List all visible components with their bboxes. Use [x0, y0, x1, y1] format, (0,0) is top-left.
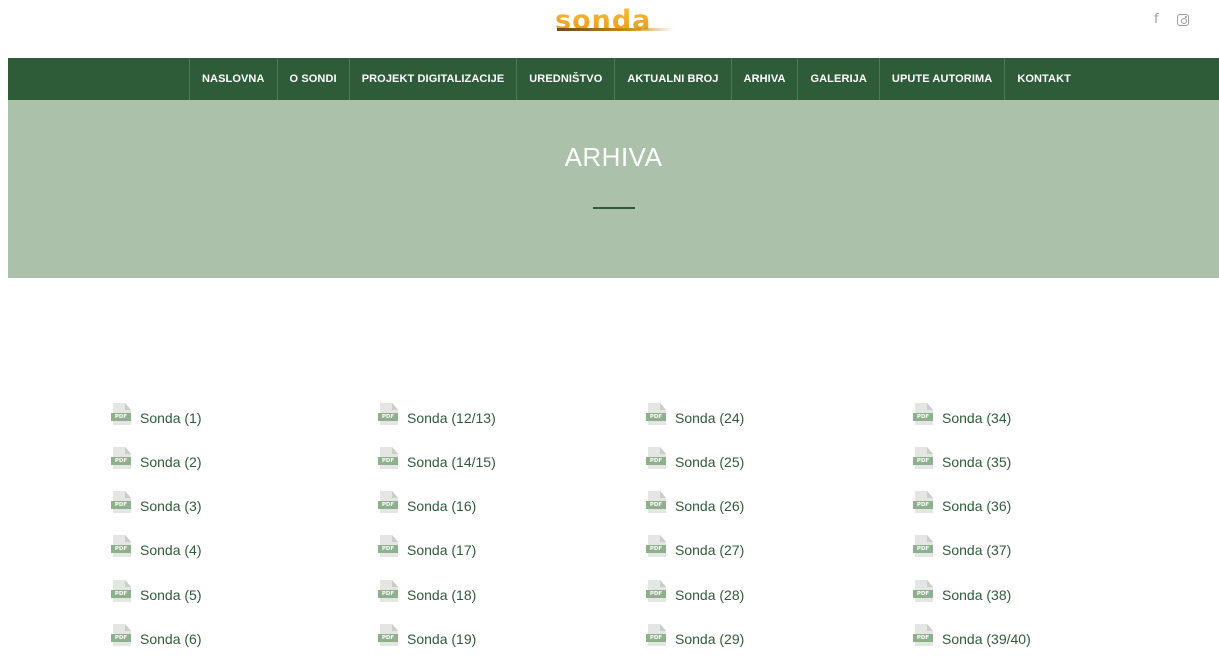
archive-issue-link[interactable]: Sonda (35)	[942, 454, 1011, 470]
archive-issue-link[interactable]: Sonda (37)	[942, 542, 1011, 558]
pdf-file-icon[interactable]: PDF	[111, 535, 133, 559]
archive-issue-link[interactable]: Sonda (6)	[140, 631, 201, 647]
pdf-file-icon[interactable]: PDF	[378, 535, 400, 559]
pdf-tag: PDF	[646, 413, 666, 421]
pdf-tag: PDF	[913, 457, 933, 465]
pdf-tag: PDF	[378, 413, 398, 421]
pdf-file-icon[interactable]: PDF	[378, 491, 400, 515]
pdf-file-icon[interactable]: PDF	[646, 624, 668, 648]
pdf-tag: PDF	[378, 590, 398, 598]
list-item[interactable]: PDF Sonda (1)	[111, 401, 201, 429]
list-item[interactable]: PDF Sonda (27)	[646, 533, 744, 561]
pdf-tag: PDF	[646, 590, 666, 598]
list-item[interactable]: PDF Sonda (17)	[378, 533, 476, 561]
pdf-tag: PDF	[646, 457, 666, 465]
pdf-file-icon[interactable]: PDF	[646, 535, 668, 559]
pdf-tag: PDF	[111, 501, 131, 509]
archive-issue-link[interactable]: Sonda (27)	[675, 542, 744, 558]
archive-issue-link[interactable]: Sonda (16)	[407, 498, 476, 514]
pdf-file-icon[interactable]: PDF	[913, 403, 935, 427]
pdf-file-icon[interactable]: PDF	[646, 491, 668, 515]
list-item[interactable]: PDF Sonda (12/13)	[378, 401, 496, 429]
pdf-tag: PDF	[378, 545, 398, 553]
pdf-file-icon[interactable]: PDF	[378, 624, 400, 648]
list-item[interactable]: PDF Sonda (16)	[378, 489, 476, 517]
pdf-file-icon[interactable]: PDF	[913, 624, 935, 648]
pdf-tag: PDF	[913, 501, 933, 509]
pdf-tag: PDF	[913, 545, 933, 553]
archive-issue-link[interactable]: Sonda (14/15)	[407, 454, 496, 470]
archive-issue-link[interactable]: Sonda (19)	[407, 631, 476, 647]
archive-issue-link[interactable]: Sonda (36)	[942, 498, 1011, 514]
pdf-tag: PDF	[111, 590, 131, 598]
pdf-tag: PDF	[111, 413, 131, 421]
archive-issue-link[interactable]: Sonda (17)	[407, 542, 476, 558]
pdf-tag: PDF	[913, 590, 933, 598]
pdf-tag: PDF	[378, 457, 398, 465]
pdf-file-icon[interactable]: PDF	[378, 403, 400, 427]
list-item[interactable]: PDF Sonda (35)	[913, 445, 1011, 473]
list-item[interactable]: PDF Sonda (25)	[646, 445, 744, 473]
archive-issue-link[interactable]: Sonda (2)	[140, 454, 201, 470]
list-item[interactable]: PDF Sonda (39/40)	[913, 622, 1031, 650]
pdf-tag: PDF	[378, 501, 398, 509]
archive-list: PDF Sonda (1) PDF Sonda (2) PDF Sonda (3) PDF S…	[0, 0, 1219, 672]
pdf-file-icon[interactable]: PDF	[646, 447, 668, 471]
list-item[interactable]: PDF Sonda (29)	[646, 622, 744, 650]
archive-issue-link[interactable]: Sonda (12/13)	[407, 410, 496, 426]
pdf-file-icon[interactable]: PDF	[378, 580, 400, 604]
list-item[interactable]: PDF Sonda (24)	[646, 401, 744, 429]
list-item[interactable]: PDF Sonda (26)	[646, 489, 744, 517]
list-item[interactable]: PDF Sonda (5)	[111, 578, 201, 606]
archive-issue-link[interactable]: Sonda (4)	[140, 542, 201, 558]
pdf-file-icon[interactable]: PDF	[646, 580, 668, 604]
archive-issue-link[interactable]: Sonda (5)	[140, 587, 201, 603]
list-item[interactable]: PDF Sonda (28)	[646, 578, 744, 606]
pdf-file-icon[interactable]: PDF	[111, 447, 133, 471]
archive-issue-link[interactable]: Sonda (38)	[942, 587, 1011, 603]
pdf-file-icon[interactable]: PDF	[111, 403, 133, 427]
pdf-file-icon[interactable]: PDF	[913, 447, 935, 471]
archive-issue-link[interactable]: Sonda (39/40)	[942, 631, 1031, 647]
list-item[interactable]: PDF Sonda (19)	[378, 622, 476, 650]
pdf-tag: PDF	[646, 545, 666, 553]
pdf-tag: PDF	[111, 457, 131, 465]
list-item[interactable]: PDF Sonda (18)	[378, 578, 476, 606]
archive-issue-link[interactable]: Sonda (24)	[675, 410, 744, 426]
pdf-tag: PDF	[646, 634, 666, 642]
pdf-tag: PDF	[913, 634, 933, 642]
pdf-file-icon[interactable]: PDF	[111, 580, 133, 604]
pdf-file-icon[interactable]: PDF	[913, 535, 935, 559]
archive-issue-link[interactable]: Sonda (18)	[407, 587, 476, 603]
pdf-tag: PDF	[646, 501, 666, 509]
pdf-tag: PDF	[111, 545, 131, 553]
archive-issue-link[interactable]: Sonda (1)	[140, 410, 201, 426]
list-item[interactable]: PDF Sonda (14/15)	[378, 445, 496, 473]
pdf-tag: PDF	[111, 634, 131, 642]
pdf-tag: PDF	[913, 413, 933, 421]
pdf-file-icon[interactable]: PDF	[378, 447, 400, 471]
pdf-file-icon[interactable]: PDF	[111, 491, 133, 515]
list-item[interactable]: PDF Sonda (3)	[111, 489, 201, 517]
list-item[interactable]: PDF Sonda (38)	[913, 578, 1011, 606]
archive-issue-link[interactable]: Sonda (26)	[675, 498, 744, 514]
archive-issue-link[interactable]: Sonda (34)	[942, 410, 1011, 426]
archive-issue-link[interactable]: Sonda (28)	[675, 587, 744, 603]
list-item[interactable]: PDF Sonda (36)	[913, 489, 1011, 517]
archive-issue-link[interactable]: Sonda (25)	[675, 454, 744, 470]
list-item[interactable]: PDF Sonda (4)	[111, 533, 201, 561]
list-item[interactable]: PDF Sonda (6)	[111, 622, 201, 650]
archive-issue-link[interactable]: Sonda (3)	[140, 498, 201, 514]
list-item[interactable]: PDF Sonda (34)	[913, 401, 1011, 429]
pdf-file-icon[interactable]: PDF	[111, 624, 133, 648]
list-item[interactable]: PDF Sonda (2)	[111, 445, 201, 473]
list-item[interactable]: PDF Sonda (37)	[913, 533, 1011, 561]
archive-issue-link[interactable]: Sonda (29)	[675, 631, 744, 647]
pdf-file-icon[interactable]: PDF	[913, 580, 935, 604]
pdf-file-icon[interactable]: PDF	[646, 403, 668, 427]
pdf-file-icon[interactable]: PDF	[913, 491, 935, 515]
pdf-tag: PDF	[378, 634, 398, 642]
